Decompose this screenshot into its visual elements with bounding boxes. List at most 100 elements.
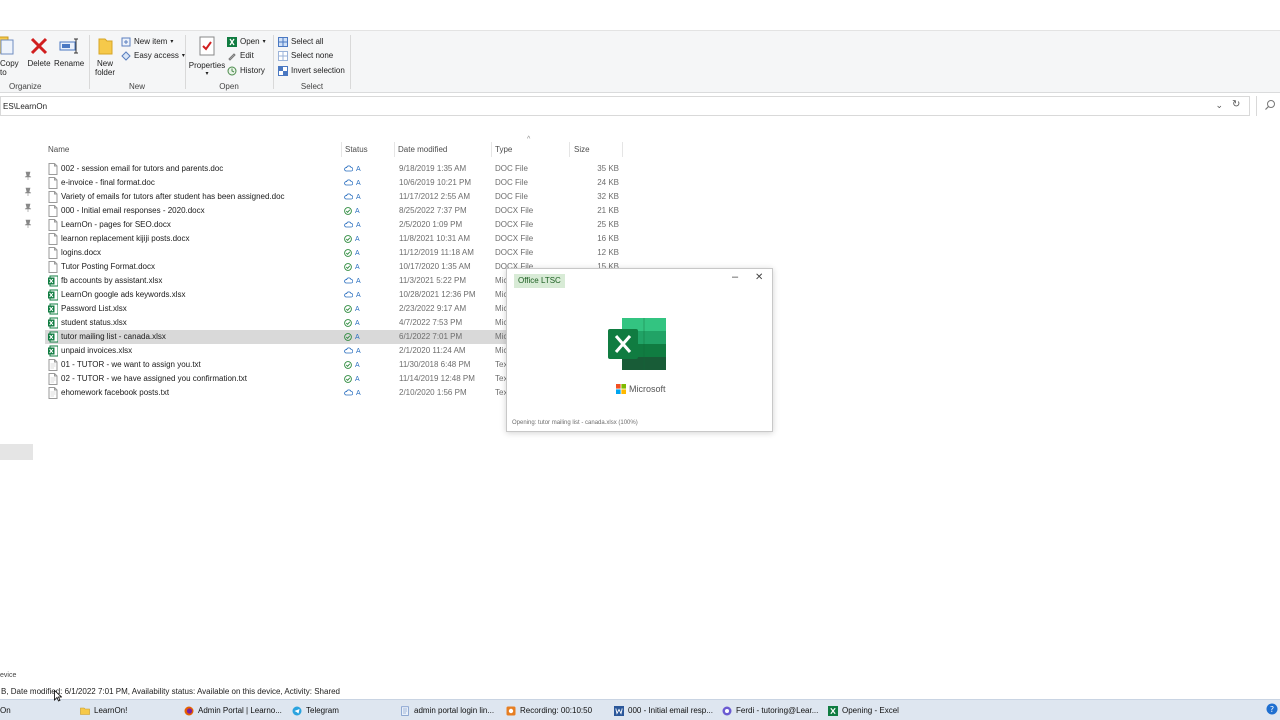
pin-icon[interactable] bbox=[24, 203, 32, 213]
synced-status-icon bbox=[344, 333, 352, 341]
taskbar-item-label: On bbox=[0, 706, 11, 715]
column-header-name[interactable]: Name bbox=[48, 143, 338, 156]
column-divider[interactable] bbox=[394, 142, 395, 157]
copy-icon bbox=[0, 36, 14, 55]
file-row[interactable]: 000 - Initial email responses - 2020.doc… bbox=[45, 204, 623, 218]
edit-button[interactable]: Edit bbox=[227, 49, 254, 62]
invert-selection-button[interactable]: Invert selection bbox=[278, 64, 345, 77]
pin-icon[interactable] bbox=[24, 171, 32, 181]
column-header-type-label: Type bbox=[495, 145, 513, 154]
rename-icon bbox=[59, 38, 78, 54]
open-button[interactable]: Open ▾ bbox=[227, 35, 266, 48]
properties-button[interactable]: Properties ▾ bbox=[188, 35, 226, 79]
excel-logo-icon bbox=[608, 318, 666, 370]
search-icon[interactable] bbox=[1264, 99, 1276, 111]
rename-button[interactable]: Rename bbox=[54, 35, 84, 68]
copy-to-button[interactable]: Copy to bbox=[0, 35, 19, 77]
file-type: DOC File bbox=[495, 192, 528, 201]
record-icon bbox=[506, 706, 516, 716]
history-button[interactable]: History bbox=[227, 64, 265, 77]
file-date-modified: 2/1/2020 11:24 AM bbox=[399, 346, 466, 355]
address-bar[interactable]: ES\LearnOn ⌄ bbox=[0, 96, 1250, 116]
file-status: A bbox=[344, 246, 394, 260]
file-date-modified: 11/8/2021 10:31 AM bbox=[399, 234, 471, 243]
taskbar-item[interactable]: Ferdi - tutoring@Lear... bbox=[722, 702, 818, 719]
browser-icon bbox=[722, 706, 732, 716]
microsoft-brand: Microsoft bbox=[616, 384, 666, 394]
taskbar-item[interactable]: Opening - Excel bbox=[828, 702, 899, 719]
taskbar-item[interactable]: On bbox=[0, 702, 11, 719]
rename-label: Rename bbox=[54, 59, 85, 68]
taskbar-item[interactable]: LearnOn! bbox=[80, 702, 127, 719]
microsoft-brand-label: Microsoft bbox=[629, 384, 666, 394]
file-name: Password List.xlsx bbox=[61, 304, 127, 313]
file-row[interactable]: logins.docx A 11/12/2019 11:18 AM DOCX File… bbox=[45, 246, 623, 260]
new-item-button[interactable]: New item ▾ bbox=[121, 35, 173, 48]
column-header-date-modified[interactable]: Date modified bbox=[398, 143, 490, 156]
properties-dropdown-icon: ▾ bbox=[205, 71, 209, 77]
history-label: History bbox=[240, 66, 265, 75]
column-header-type[interactable]: Type bbox=[495, 143, 567, 156]
synced-status-icon bbox=[344, 249, 352, 257]
easy-access-button[interactable]: Easy access ▾ bbox=[121, 49, 185, 62]
taskbar-item[interactable]: Admin Portal | Learno... bbox=[184, 702, 282, 719]
ribbon-group-new: New folder New item ▾ Easy access ▾ New bbox=[90, 31, 185, 93]
column-header-status[interactable]: Status bbox=[345, 143, 393, 156]
file-row[interactable]: Variety of emails for tutors after stude… bbox=[45, 190, 623, 204]
taskbar-item-label: Ferdi - tutoring@Lear... bbox=[736, 706, 819, 715]
column-divider[interactable] bbox=[622, 142, 623, 157]
close-button[interactable]: ✕ bbox=[755, 272, 763, 283]
select-all-button[interactable]: Select all bbox=[278, 35, 323, 48]
column-divider[interactable] bbox=[569, 142, 570, 157]
cloud-status-icon bbox=[344, 179, 354, 186]
navigation-pane-selected-item[interactable] bbox=[0, 444, 33, 460]
taskbar-item-label: Opening - Excel bbox=[842, 706, 899, 715]
file-status: A bbox=[344, 302, 394, 316]
document-file-icon bbox=[48, 177, 58, 189]
ribbon-group-label-new: New bbox=[128, 82, 145, 91]
refresh-icon[interactable]: ↻ bbox=[1232, 99, 1240, 110]
ribbon-group-label-organize: Organize bbox=[9, 82, 42, 91]
taskbar-item[interactable]: admin portal login lin... bbox=[400, 702, 494, 719]
file-date-modified: 9/18/2019 1:35 AM bbox=[399, 164, 467, 173]
column-header-status-label: Status bbox=[345, 145, 368, 154]
excel-file-icon bbox=[48, 289, 58, 301]
address-history-chevron-icon[interactable]: ⌄ bbox=[1215, 100, 1223, 111]
column-divider[interactable] bbox=[341, 142, 342, 157]
file-status: A bbox=[344, 274, 394, 288]
file-row[interactable]: e-invoice - final format.doc A 10/6/2019 1… bbox=[45, 176, 623, 190]
shared-status-glyph: A bbox=[355, 250, 360, 257]
synced-status-icon bbox=[344, 319, 352, 327]
file-name: student status.xlsx bbox=[61, 318, 127, 327]
file-name: 02 - TUTOR - we have assigned you confir… bbox=[61, 374, 248, 383]
file-date-modified: 2/23/2022 9:17 AM bbox=[399, 304, 467, 313]
excel-file-icon bbox=[48, 345, 58, 357]
file-status: A bbox=[344, 176, 394, 190]
taskbar-item[interactable]: 000 - Initial email resp... bbox=[614, 702, 713, 719]
taskbar-item[interactable]: Recording: 00:10:50 bbox=[506, 702, 592, 719]
synced-status-icon bbox=[344, 207, 352, 215]
file-date-modified: 8/25/2022 7:37 PM bbox=[399, 206, 467, 215]
shared-status-glyph: A bbox=[355, 376, 360, 383]
file-size: 35 KB bbox=[597, 164, 619, 173]
help-icon[interactable]: ? bbox=[1266, 703, 1278, 715]
synced-status-icon bbox=[344, 263, 352, 271]
new-folder-button[interactable]: New folder bbox=[92, 35, 118, 77]
file-name: learnon replacement kijiji posts.docx bbox=[61, 234, 190, 243]
file-row[interactable]: LearnOn - pages for SEO.docx A 2/5/2020 1:… bbox=[45, 218, 623, 232]
pin-icon[interactable] bbox=[24, 219, 32, 229]
pin-icon[interactable] bbox=[24, 187, 32, 197]
delete-button[interactable]: Delete bbox=[27, 35, 51, 68]
select-none-button[interactable]: Select none bbox=[278, 49, 333, 62]
minimize-button[interactable]: – bbox=[732, 271, 738, 283]
file-row[interactable]: learnon replacement kijiji posts.docx A 11… bbox=[45, 232, 623, 246]
column-header-size[interactable]: Size bbox=[574, 143, 622, 156]
synced-status-icon bbox=[344, 375, 352, 383]
taskbar-item[interactable]: Telegram bbox=[292, 702, 339, 719]
properties-label: Properties bbox=[188, 61, 226, 70]
file-status: A bbox=[344, 372, 394, 386]
telegram-icon bbox=[292, 706, 302, 716]
file-row[interactable]: 002 - session email for tutors and paren… bbox=[45, 162, 623, 176]
column-divider[interactable] bbox=[491, 142, 492, 157]
file-name: LearnOn google ads keywords.xlsx bbox=[61, 290, 186, 299]
